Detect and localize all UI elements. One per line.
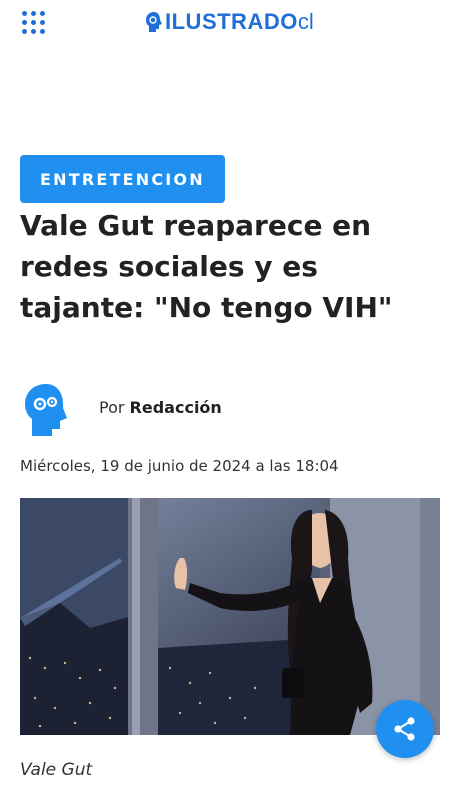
byline: Por Redacción <box>99 398 222 417</box>
logo-head-icon <box>146 12 162 32</box>
share-icon <box>394 717 415 741</box>
author-name[interactable]: Redacción <box>130 398 222 417</box>
image-caption: Vale Gut <box>20 760 93 780</box>
category-badge[interactable]: ENTRETENCION <box>20 155 225 203</box>
article-photo <box>20 498 440 735</box>
article-image <box>20 498 440 735</box>
grid-menu-icon[interactable] <box>22 11 46 34</box>
logo-suffix: cl <box>297 9 314 34</box>
author-avatar-icon <box>25 384 67 436</box>
byline-prefix: Por <box>99 398 125 417</box>
top-bar: ILUSTRADO cl <box>0 0 460 44</box>
article-headline: Vale Gut reaparece en redes sociales y e… <box>20 209 393 324</box>
publish-date: Miércoles, 19 de junio de 2024 a las 18:… <box>20 457 339 475</box>
logo-text: ILUSTRADO <box>165 9 298 34</box>
share-button[interactable] <box>376 700 434 758</box>
site-logo[interactable]: ILUSTRADO cl <box>145 8 314 36</box>
